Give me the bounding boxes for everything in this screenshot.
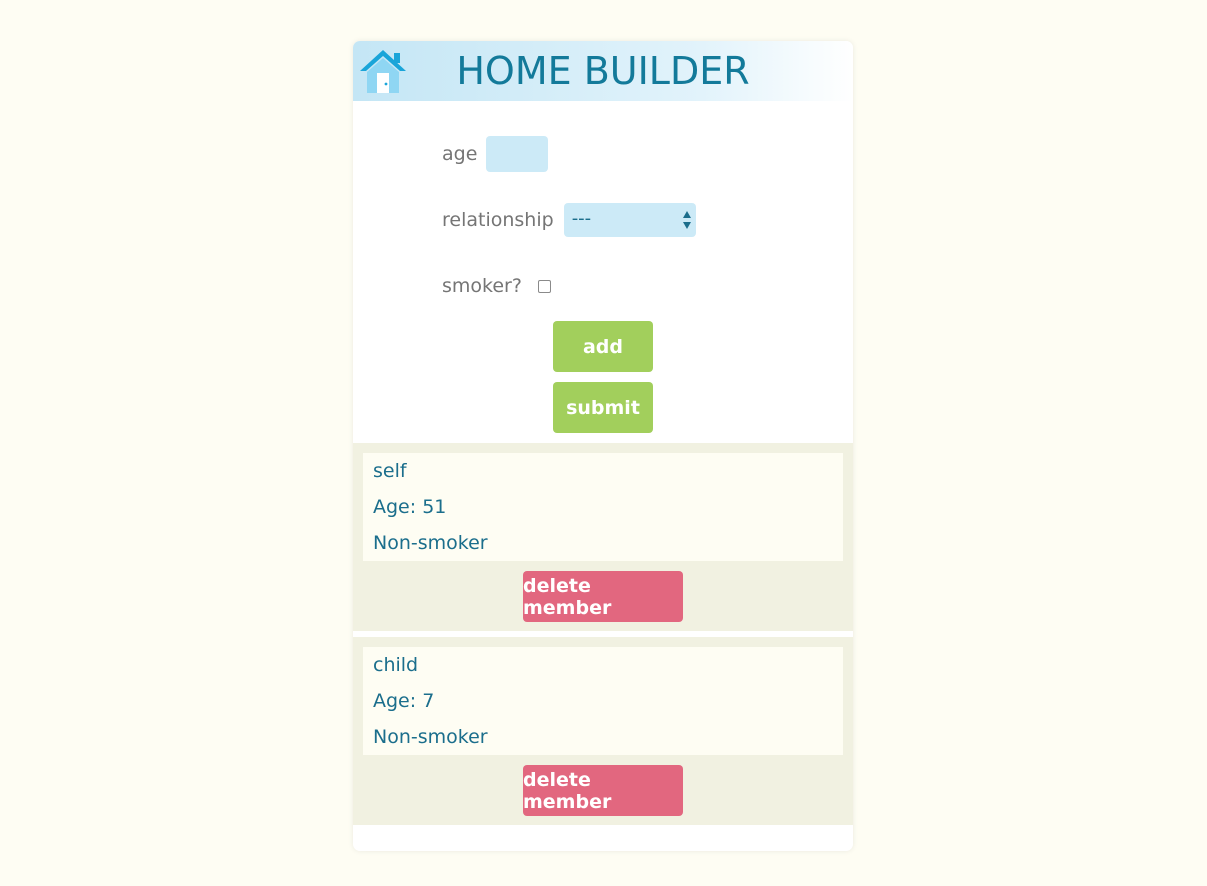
member-smoker-status: Non-smoker bbox=[373, 532, 488, 554]
add-button[interactable]: add bbox=[553, 321, 653, 372]
member-info: self Age: 51 Non-smoker bbox=[363, 453, 843, 561]
relationship-row: relationship --- bbox=[442, 203, 696, 237]
member-relationship: child bbox=[373, 654, 419, 676]
submit-button[interactable]: submit bbox=[553, 382, 653, 433]
member-item: self Age: 51 Non-smoker delete member bbox=[353, 443, 853, 631]
member-info: child Age: 7 Non-smoker bbox=[363, 647, 843, 755]
relationship-label: relationship bbox=[442, 209, 554, 231]
age-row: age bbox=[442, 136, 549, 172]
delete-member-button[interactable]: delete member bbox=[523, 571, 683, 622]
smoker-row: smoker? bbox=[442, 273, 551, 299]
select-arrows-icon bbox=[682, 209, 692, 231]
age-label: age bbox=[442, 143, 478, 165]
smoker-label: smoker? bbox=[442, 275, 522, 297]
member-age: Age: 51 bbox=[373, 496, 447, 518]
smoker-checkbox[interactable] bbox=[537, 279, 551, 293]
member-smoker-status: Non-smoker bbox=[373, 726, 488, 748]
header-bar: HOME BUILDER bbox=[353, 41, 853, 101]
member-relationship: self bbox=[373, 460, 407, 482]
household-card: HOME BUILDER age relationship --- smoker… bbox=[353, 41, 853, 851]
page-title: HOME BUILDER bbox=[456, 49, 750, 93]
member-age: Age: 7 bbox=[373, 690, 435, 712]
relationship-select[interactable]: --- bbox=[563, 203, 696, 237]
relationship-selected-value: --- bbox=[571, 208, 592, 229]
member-item: child Age: 7 Non-smoker delete member bbox=[353, 637, 853, 825]
delete-member-button[interactable]: delete member bbox=[523, 765, 683, 816]
age-input[interactable] bbox=[486, 136, 549, 172]
